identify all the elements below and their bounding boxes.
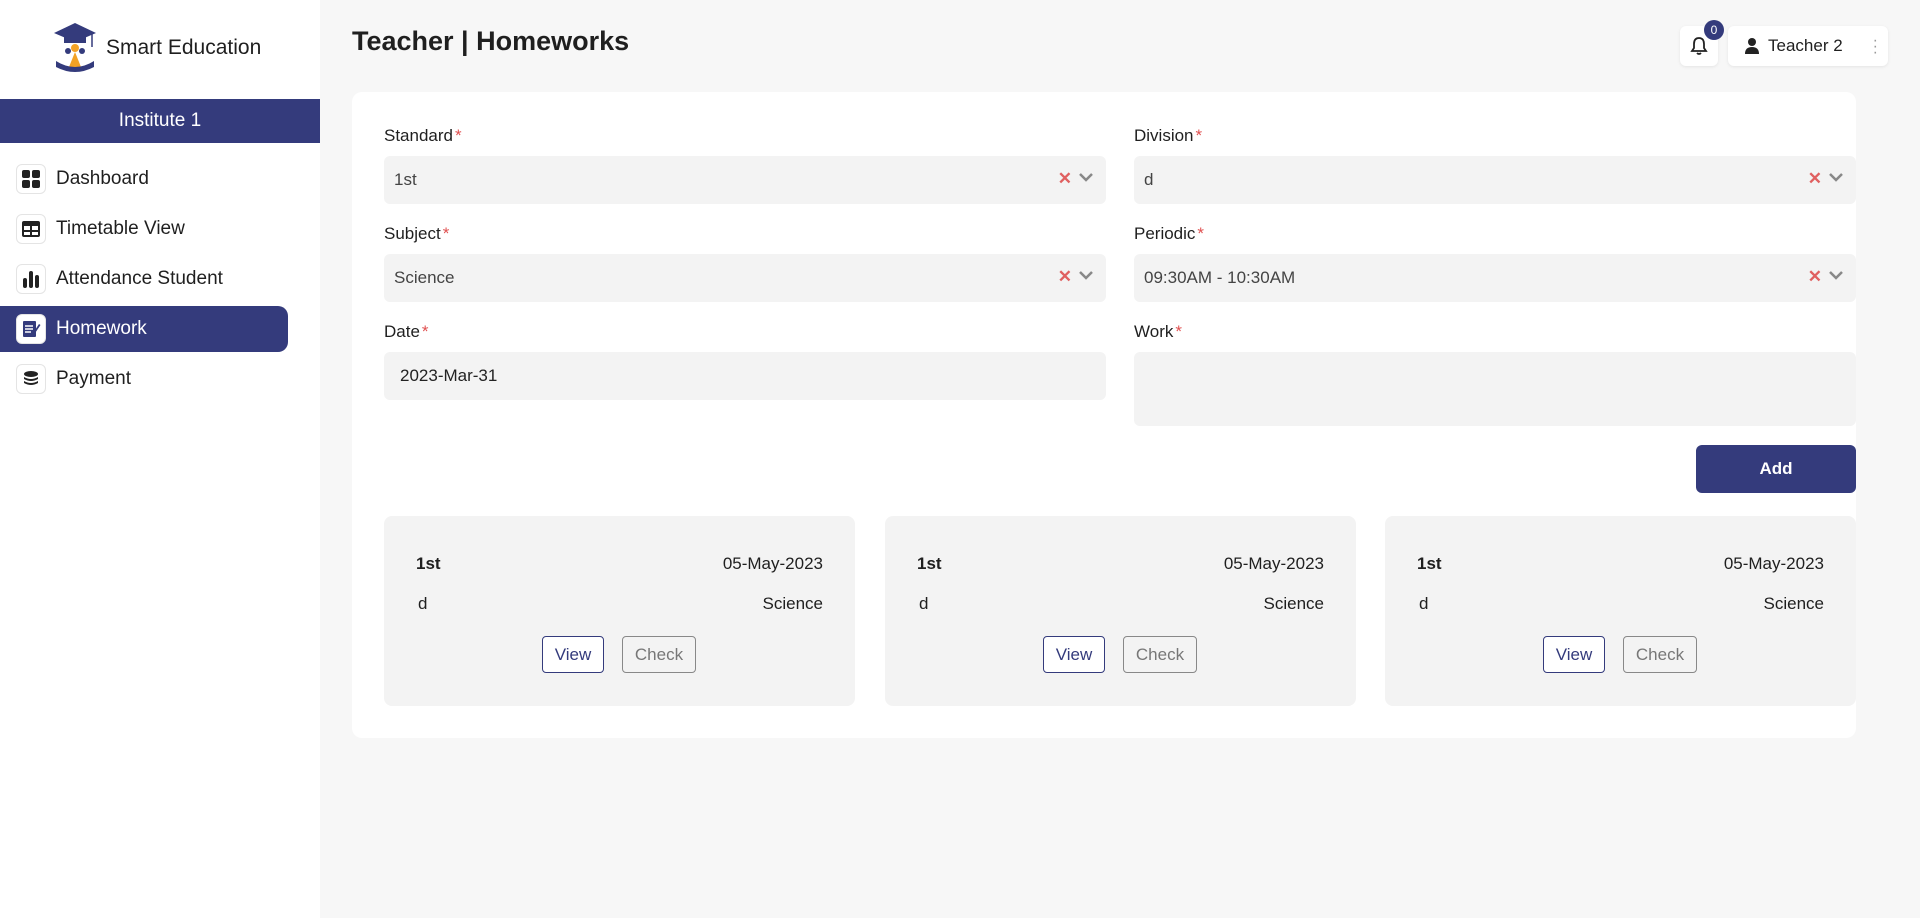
page-title: Teacher | Homeworks — [352, 26, 630, 56]
homework-subject: Science — [1263, 594, 1324, 613]
homework-icon — [16, 314, 46, 344]
check-button[interactable]: Check — [1623, 636, 1697, 673]
sidebar-item-label: Payment — [56, 368, 131, 389]
clear-icon[interactable]: ✕ — [1808, 267, 1822, 287]
bell-icon — [1690, 37, 1708, 55]
sidebar-nav: Dashboard Timetable View Attendance Stud… — [0, 156, 320, 406]
coins-icon — [16, 364, 46, 394]
work-label: Work * — [1134, 322, 1856, 342]
date-label-text: Date — [384, 322, 420, 341]
sidebar-item-payment[interactable]: Payment — [0, 356, 288, 402]
subject-label-text: Subject — [384, 224, 441, 243]
division-select[interactable]: d ✕ — [1134, 156, 1856, 204]
sidebar-item-attendance[interactable]: Attendance Student — [0, 256, 288, 302]
brand-name: Smart Education — [106, 36, 262, 59]
homework-date: 05-May-2023 — [1723, 554, 1824, 573]
work-label-text: Work — [1134, 322, 1174, 341]
standard-label-text: Standard — [384, 126, 453, 145]
add-button[interactable]: Add — [1696, 445, 1856, 493]
required-marker: * — [1175, 322, 1182, 341]
sidebar: Smart Education Institute 1 Dashboard Ti… — [0, 0, 320, 918]
periodic-select[interactable]: 09:30AM - 10:30AM ✕ — [1134, 254, 1856, 302]
homework-division: d — [418, 594, 428, 613]
standard-label: Standard * — [384, 126, 1106, 146]
check-button[interactable]: Check — [622, 636, 696, 673]
homework-card: 1st 05-May-2023 d Science View Check — [885, 516, 1356, 706]
homework-standard: 1st — [1417, 554, 1442, 573]
view-button[interactable]: View — [1043, 636, 1105, 673]
notifications-button[interactable]: 0 — [1680, 20, 1724, 66]
clear-icon[interactable]: ✕ — [1058, 267, 1072, 287]
subject-field: Subject * Science ✕ — [384, 224, 1106, 302]
required-marker: * — [442, 224, 450, 243]
homework-standard: 1st — [416, 554, 441, 573]
chevron-down-icon[interactable] — [1078, 270, 1094, 282]
date-input[interactable]: 2023-Mar-31 — [384, 352, 1106, 400]
chevron-down-icon[interactable] — [1828, 172, 1844, 184]
dashboard-grid-icon — [16, 164, 46, 194]
division-label-text: Division — [1134, 126, 1194, 145]
check-button[interactable]: Check — [1123, 636, 1197, 673]
homework-division: d — [919, 594, 929, 613]
division-select-value: d — [1144, 170, 1154, 189]
view-button[interactable]: View — [542, 636, 604, 673]
required-marker: * — [421, 322, 429, 341]
standard-select-value: 1st — [394, 170, 417, 189]
periodic-field: Periodic * 09:30AM - 10:30AM ✕ — [1134, 224, 1856, 302]
sidebar-item-label: Dashboard — [56, 168, 149, 189]
sidebar-item-label: Attendance Student — [56, 268, 223, 289]
division-field: Division * d ✕ — [1134, 126, 1856, 204]
kebab-menu-icon[interactable]: · · · — [1873, 33, 1878, 61]
chevron-down-icon[interactable] — [1078, 172, 1094, 184]
user-name: Teacher 2 — [1768, 36, 1843, 55]
homework-subject: Science — [1763, 594, 1824, 613]
required-marker: * — [455, 126, 462, 145]
sidebar-item-label: Timetable View — [56, 218, 185, 239]
homework-card: 1st 05-May-2023 d Science View Check — [384, 516, 855, 706]
required-marker: * — [1197, 224, 1205, 243]
homework-subject: Science — [762, 594, 823, 613]
brand[interactable]: Smart Education — [52, 20, 261, 76]
clear-icon[interactable]: ✕ — [1808, 169, 1822, 189]
notification-count-badge: 0 — [1704, 20, 1724, 40]
subject-label: Subject * — [384, 224, 1106, 244]
subject-select-value: Science — [394, 268, 455, 287]
periodic-select-value: 09:30AM - 10:30AM — [1144, 268, 1296, 287]
division-label: Division * — [1134, 126, 1856, 146]
sidebar-item-dashboard[interactable]: Dashboard — [0, 156, 288, 202]
subject-select[interactable]: Science ✕ — [384, 254, 1106, 302]
homework-date: 05-May-2023 — [1223, 554, 1324, 573]
view-button[interactable]: View — [1543, 636, 1605, 673]
sidebar-item-homework[interactable]: Homework — [0, 306, 288, 352]
required-marker: * — [1195, 126, 1203, 145]
standard-select[interactable]: 1st ✕ — [384, 156, 1106, 204]
bar-chart-icon — [16, 264, 46, 294]
sidebar-item-timetable[interactable]: Timetable View — [0, 206, 288, 252]
homework-form-card: Standard * 1st ✕ Division * d ✕ Subject * S… — [352, 92, 1856, 738]
homework-date: 05-May-2023 — [722, 554, 823, 573]
standard-field: Standard * 1st ✕ — [384, 126, 1106, 204]
institute-banner: Institute 1 — [0, 99, 320, 143]
work-field: Work * — [1134, 322, 1856, 426]
table-icon — [16, 214, 46, 244]
clear-icon[interactable]: ✕ — [1058, 169, 1072, 189]
chevron-down-icon[interactable] — [1828, 270, 1844, 282]
user-menu-button[interactable]: Teacher 2 · · · — [1728, 26, 1888, 66]
user-icon — [1745, 38, 1759, 54]
homework-standard: 1st — [917, 554, 942, 573]
date-field: Date * 2023-Mar-31 — [384, 322, 1106, 400]
periodic-label: Periodic * — [1134, 224, 1856, 244]
homework-division: d — [1419, 594, 1429, 613]
date-label: Date * — [384, 322, 1106, 342]
graduation-logo-icon — [54, 23, 96, 72]
homework-card: 1st 05-May-2023 d Science View Check — [1385, 516, 1856, 706]
work-textarea[interactable] — [1134, 352, 1856, 426]
periodic-label-text: Periodic — [1134, 224, 1196, 243]
sidebar-item-label: Homework — [56, 318, 147, 339]
